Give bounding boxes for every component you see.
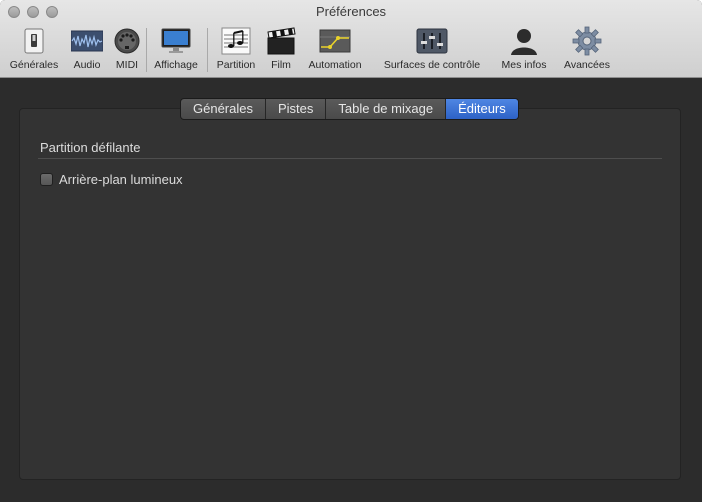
toolbar-audio-button[interactable]: Audio	[68, 26, 106, 74]
bright-background-label: Arrière-plan lumineux	[59, 172, 183, 187]
close-window-button[interactable]	[8, 6, 20, 18]
section-divider	[38, 158, 662, 159]
zoom-window-button[interactable]	[46, 6, 58, 18]
bright-background-checkbox-row[interactable]: Arrière-plan lumineux	[40, 172, 183, 187]
bright-background-checkbox[interactable]	[40, 173, 53, 186]
automation-curve-icon	[318, 26, 352, 56]
toolbar-mes-infos-button[interactable]: Mes infos	[496, 26, 552, 74]
toolbar-separator	[207, 28, 208, 72]
window-title: Préférences	[315, 4, 387, 19]
switch-icon	[17, 26, 51, 56]
toolbar-separator	[146, 28, 147, 72]
toolbar-affichage-button[interactable]: Affichage	[149, 26, 203, 74]
tab-generales[interactable]: Générales	[181, 99, 266, 119]
toolbar-avancees-button[interactable]: Avancées	[558, 26, 616, 74]
preferences-panel	[19, 108, 681, 480]
waveform-icon	[70, 26, 104, 56]
clapperboard-icon	[264, 26, 298, 56]
tab-pistes[interactable]: Pistes	[266, 99, 327, 119]
preferences-tab-bar: Générales Pistes Table de mixage Éditeur…	[180, 98, 519, 120]
sheet-music-icon	[219, 26, 253, 56]
gear-icon	[570, 26, 604, 56]
preferences-window: Préférences Générales Audio MIDI Afficha…	[0, 0, 702, 502]
toolbar-generales-button[interactable]: Générales	[6, 26, 62, 74]
minimize-window-button[interactable]	[27, 6, 39, 18]
tab-editeurs[interactable]: Éditeurs	[446, 99, 518, 119]
monitor-icon	[159, 26, 193, 56]
toolbar-midi-button[interactable]: MIDI	[110, 26, 144, 74]
toolbar-automation-button[interactable]: Automation	[302, 26, 368, 74]
section-title: Partition défilante	[40, 140, 141, 155]
toolbar-film-button[interactable]: Film	[264, 26, 298, 74]
midi-connector-icon	[110, 26, 144, 56]
window-controls	[8, 6, 58, 18]
tab-table-de-mixage[interactable]: Table de mixage	[326, 99, 447, 119]
person-icon	[507, 26, 541, 56]
faders-icon	[415, 26, 449, 56]
toolbar-surfaces-de-controle-button[interactable]: Surfaces de contrôle	[376, 26, 488, 74]
title-bar-toolbar: Préférences Générales Audio MIDI Afficha…	[0, 0, 702, 78]
toolbar-partition-button[interactable]: Partition	[211, 26, 261, 74]
